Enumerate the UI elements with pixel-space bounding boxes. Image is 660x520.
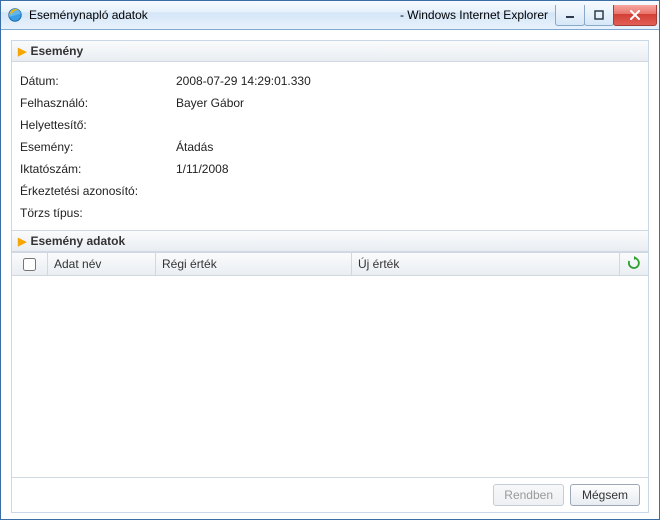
- field-user-label: Felhasználó:: [20, 96, 176, 110]
- field-refnum-label: Iktatószám:: [20, 162, 176, 176]
- field-arrival-id-label: Érkeztetési azonosító:: [20, 184, 176, 198]
- field-event-value: Átadás: [176, 140, 640, 154]
- select-all-checkbox[interactable]: [23, 258, 36, 271]
- ie-icon: [7, 7, 23, 23]
- grid-col-old[interactable]: Régi érték: [156, 253, 352, 275]
- field-user-value: Bayer Gábor: [176, 96, 640, 110]
- section-event-title: Esemény: [30, 44, 83, 58]
- field-date-value: 2008-07-29 14:29:01.330: [176, 74, 640, 88]
- field-substitute: Helyettesítő:: [20, 114, 640, 136]
- expand-icon: ▶: [18, 235, 26, 248]
- field-event: Esemény: Átadás: [20, 136, 640, 158]
- field-substitute-label: Helyettesítő:: [20, 118, 176, 132]
- dialog-footer: Rendben Mégsem: [12, 477, 648, 512]
- titlebar: Eseménynapló adatok - Windows Internet E…: [1, 1, 659, 30]
- close-button[interactable]: [613, 5, 657, 26]
- field-date-label: Dátum:: [20, 74, 176, 88]
- grid-col-new[interactable]: Új érték: [352, 253, 620, 275]
- grid-refresh-button[interactable]: [620, 253, 648, 275]
- field-user: Felhasználó: Bayer Gábor: [20, 92, 640, 114]
- minimize-button[interactable]: [555, 5, 585, 26]
- client-area: ▶ Esemény Dátum: 2008-07-29 14:29:01.330…: [1, 30, 659, 519]
- field-date: Dátum: 2008-07-29 14:29:01.330: [20, 70, 640, 92]
- ok-button[interactable]: Rendben: [493, 484, 564, 506]
- refresh-icon: [627, 256, 641, 273]
- field-event-label: Esemény:: [20, 140, 176, 154]
- expand-icon: ▶: [18, 45, 26, 58]
- section-event-data-header[interactable]: ▶ Esemény adatok: [12, 230, 648, 252]
- window-title: Eseménynapló adatok: [29, 8, 148, 22]
- cancel-button[interactable]: Mégsem: [570, 484, 640, 506]
- field-master-type: Törzs típus:: [20, 202, 640, 224]
- grid-col-name[interactable]: Adat név: [48, 253, 156, 275]
- window-app-suffix: - Windows Internet Explorer: [400, 8, 548, 22]
- maximize-button[interactable]: [584, 5, 614, 26]
- window: Eseménynapló adatok - Windows Internet E…: [0, 0, 660, 520]
- grid-select-all[interactable]: [12, 253, 48, 275]
- field-refnum: Iktatószám: 1/11/2008: [20, 158, 640, 180]
- window-controls: [556, 5, 657, 25]
- field-arrival-id: Érkeztetési azonosító:: [20, 180, 640, 202]
- section-event-header[interactable]: ▶ Esemény: [12, 41, 648, 62]
- grid-header: Adat név Régi érték Új érték: [12, 253, 648, 276]
- grid-body: [12, 276, 648, 477]
- section-event-data-title: Esemény adatok: [30, 234, 125, 248]
- main-panel: ▶ Esemény Dátum: 2008-07-29 14:29:01.330…: [11, 40, 649, 513]
- field-master-type-label: Törzs típus:: [20, 206, 176, 220]
- field-refnum-value: 1/11/2008: [176, 162, 640, 176]
- event-data-grid: Adat név Régi érték Új érték: [12, 252, 648, 477]
- event-fields: Dátum: 2008-07-29 14:29:01.330 Felhaszná…: [12, 62, 648, 230]
